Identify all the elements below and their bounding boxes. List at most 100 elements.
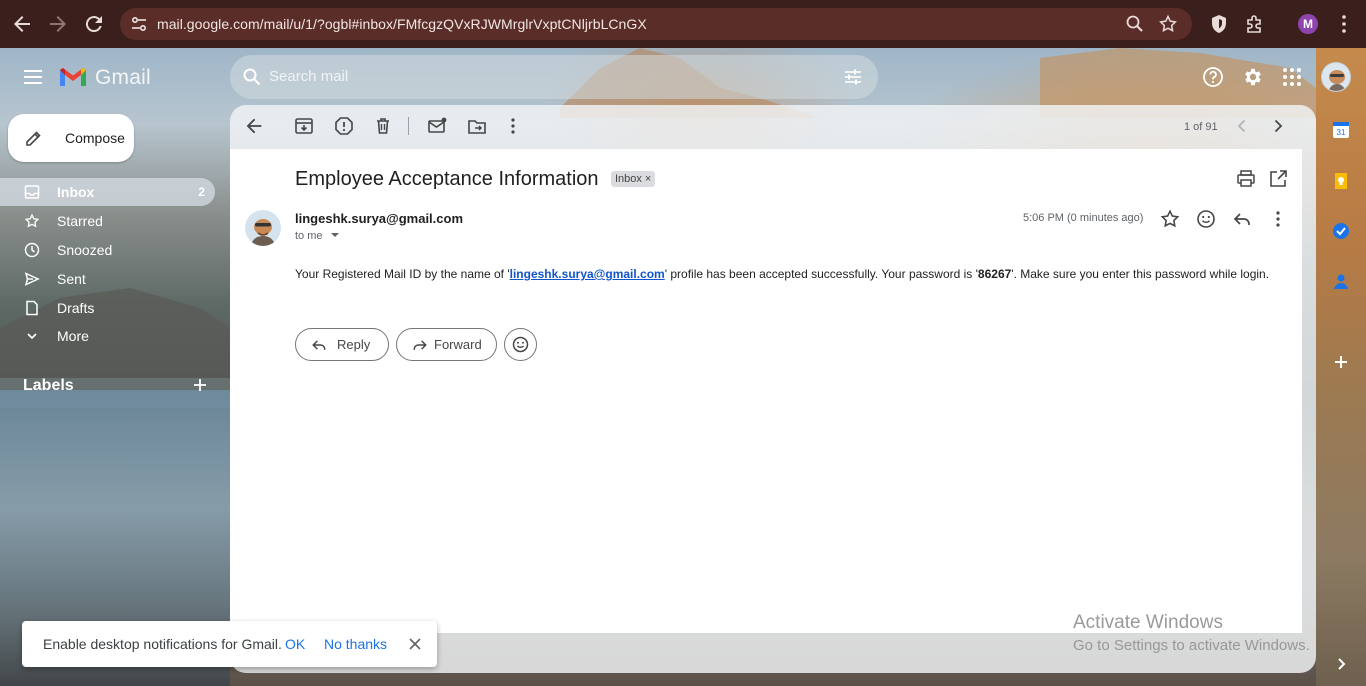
inbox-label-chip[interactable]: Inbox × — [611, 171, 656, 187]
svg-text:31: 31 — [1337, 128, 1346, 137]
mark-unread-icon[interactable] — [426, 115, 448, 137]
site-info-icon[interactable] — [128, 13, 150, 35]
more-actions-icon[interactable] — [502, 115, 524, 137]
apps-grid-icon[interactable] — [1281, 66, 1303, 88]
forward-icon[interactable] — [46, 12, 70, 36]
reload-icon[interactable] — [82, 12, 106, 36]
sidebar-item-more[interactable]: More — [0, 322, 215, 350]
open-new-window-icon[interactable] — [1267, 168, 1289, 190]
unread-count-badge: 2 — [198, 185, 205, 199]
reply-arrow-icon — [310, 336, 328, 354]
sidebar-item-starred[interactable]: Starred — [0, 207, 215, 235]
star-message-icon[interactable] — [1159, 208, 1181, 230]
keep-icon[interactable] — [1331, 171, 1351, 191]
toast-message: Enable desktop notifications for Gmail. — [43, 636, 282, 652]
star-icon — [24, 213, 40, 229]
extensions-icon[interactable] — [1244, 13, 1266, 35]
activate-windows-title: Activate Windows — [1073, 612, 1223, 633]
body-suffix: '. Make sure you enter this password whi… — [1011, 267, 1270, 281]
password-value: 86267 — [977, 267, 1012, 281]
tasks-icon[interactable] — [1331, 221, 1351, 241]
older-chevron-icon[interactable] — [1267, 115, 1289, 137]
message-body: Your Registered Mail ID by the name of '… — [295, 267, 1269, 281]
toast-no-thanks-button[interactable]: No thanks — [324, 636, 387, 652]
message-more-icon[interactable] — [1267, 208, 1289, 230]
send-icon — [24, 271, 40, 287]
sidebar-item-inbox[interactable]: Inbox 2 — [0, 178, 215, 206]
bookmark-star-icon[interactable] — [1158, 14, 1178, 34]
search-bar[interactable]: Search mail — [230, 55, 878, 99]
close-icon[interactable] — [407, 636, 423, 652]
email-link[interactable]: lingeshk.surya@gmail.com — [510, 267, 665, 281]
toast-ok-button[interactable]: OK — [285, 636, 305, 652]
activate-windows-hint: Go to Settings to activate Windows. — [1073, 637, 1310, 654]
chip-label: Inbox — [615, 173, 642, 185]
pencil-icon — [24, 128, 44, 148]
zoom-icon[interactable] — [1125, 14, 1145, 34]
archive-icon[interactable] — [293, 115, 315, 137]
reply-button[interactable]: Reply — [295, 328, 389, 361]
search-options-icon[interactable] — [842, 66, 864, 88]
report-spam-icon[interactable] — [333, 115, 355, 137]
help-icon[interactable] — [1202, 66, 1224, 88]
url-text: mail.google.com/mail/u/1/?ogbl#inbox/FMf… — [157, 16, 647, 32]
browser-toolbar: mail.google.com/mail/u/1/?ogbl#inbox/FMf… — [0, 0, 1366, 48]
smiley-icon — [512, 336, 529, 353]
shield-icon[interactable] — [1208, 13, 1230, 35]
labels-heading: Labels — [23, 377, 74, 394]
contacts-icon[interactable] — [1331, 271, 1351, 291]
sidebar-item-label: Sent — [57, 271, 86, 287]
pagination-count: 1 of 91 — [1184, 121, 1218, 133]
reply-label: Reply — [337, 337, 371, 352]
back-to-inbox-icon[interactable] — [243, 115, 265, 137]
reply-icon[interactable] — [1231, 208, 1253, 230]
remove-label-icon[interactable]: × — [645, 173, 651, 185]
forward-button[interactable]: Forward — [396, 328, 497, 361]
sidebar-item-sent[interactable]: Sent — [0, 265, 215, 293]
sender-address[interactable]: lingeshk.surya@gmail.com — [295, 211, 463, 226]
get-addons-icon[interactable] — [1331, 352, 1351, 372]
newer-chevron-icon[interactable] — [1231, 115, 1253, 137]
browser-menu-icon[interactable] — [1333, 13, 1355, 35]
delete-icon[interactable] — [372, 115, 394, 137]
calendar-icon[interactable]: 31 — [1331, 120, 1351, 140]
emoji-react-button[interactable] — [504, 328, 537, 361]
compose-button[interactable]: Compose — [8, 114, 134, 162]
recipient-details[interactable]: to me — [295, 230, 340, 242]
account-avatar[interactable] — [1321, 62, 1351, 92]
clock-icon — [24, 242, 40, 258]
settings-gear-icon[interactable] — [1242, 66, 1264, 88]
sidebar-item-label: More — [57, 328, 89, 344]
main-menu-icon[interactable] — [22, 66, 44, 88]
compose-label: Compose — [65, 130, 125, 146]
sidebar-item-label: Inbox — [57, 184, 95, 200]
caret-down-icon[interactable] — [330, 231, 340, 239]
sender-avatar[interactable] — [245, 210, 281, 246]
sidebar-item-snoozed[interactable]: Snoozed — [0, 236, 215, 264]
move-to-icon[interactable] — [466, 115, 488, 137]
draft-icon — [24, 300, 40, 316]
sidebar-item-drafts[interactable]: Drafts — [0, 294, 215, 322]
sidebar-item-label: Starred — [57, 213, 103, 229]
expand-panel-icon[interactable] — [1331, 654, 1351, 674]
emoji-reaction-icon[interactable] — [1195, 208, 1217, 230]
back-icon[interactable] — [10, 12, 34, 36]
search-icon[interactable] — [242, 67, 262, 87]
toolbar-divider — [408, 117, 409, 135]
recipient-label: to me — [295, 230, 323, 242]
chevron-down-icon — [24, 328, 40, 344]
sidebar-item-label: Snoozed — [57, 242, 113, 258]
gmail-wordmark: Gmail — [95, 66, 151, 89]
received-time: 5:06 PM (0 minutes ago) — [1023, 212, 1144, 224]
gmail-logo-icon[interactable] — [58, 66, 88, 88]
address-bar[interactable]: mail.google.com/mail/u/1/?ogbl#inbox/FMf… — [120, 8, 1192, 40]
inbox-icon — [24, 184, 40, 200]
forward-arrow-icon — [411, 336, 429, 354]
add-label-icon[interactable] — [191, 376, 209, 394]
forward-label: Forward — [434, 337, 482, 352]
print-icon[interactable] — [1235, 168, 1257, 190]
email-subject: Employee Acceptance Information — [295, 168, 599, 190]
browser-profile-avatar[interactable]: M — [1298, 14, 1318, 34]
body-prefix: Your Registered Mail ID by the name of ' — [295, 267, 510, 281]
search-input[interactable]: Search mail — [269, 68, 348, 85]
